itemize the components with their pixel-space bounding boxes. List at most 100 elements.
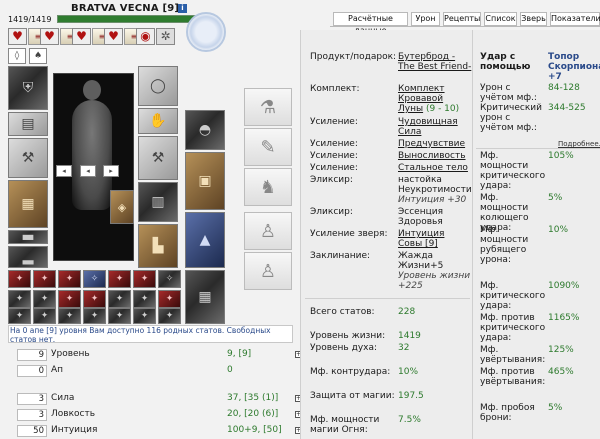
rune-slot[interactable]: ✦ (33, 290, 56, 308)
boots-slot[interactable]: ▂ (8, 246, 48, 268)
damage-label: Урон с учётом мф.: (480, 83, 537, 103)
rune-slot[interactable]: ✦ (108, 290, 131, 308)
tab-calculated[interactable]: Расчётные данные (333, 12, 408, 35)
helmet-slot[interactable]: ⛨ (8, 66, 48, 110)
magic-defense-value: 197.5 (398, 391, 424, 401)
enhance-value: Стальное тело (398, 163, 468, 173)
enhance-link[interactable]: Чудовищная Сила (398, 117, 458, 137)
heart-effect-icon[interactable]: ♥ (104, 28, 123, 45)
weapon-stat-label: Мф. критического удара: (480, 281, 546, 311)
rune-slot[interactable]: ✦ (158, 290, 181, 308)
rune-slot[interactable]: ✦ (8, 308, 31, 324)
pet-icon[interactable]: ♞ (244, 168, 292, 206)
set-label: Комплект: (310, 84, 360, 94)
set-value: Комплект Кровавой Луны (9 - 10) (398, 84, 470, 114)
sack-slot[interactable]: ◯ (138, 66, 178, 106)
card-icon[interactable]: ◂ (80, 165, 96, 177)
elixir-value: Эссенция Здоровья (398, 207, 443, 227)
product-link[interactable]: Бутерброд - The Best Friend- (398, 52, 471, 72)
rune-slot[interactable]: ✦ (133, 308, 156, 324)
enhance-label: Усиление: (310, 163, 358, 173)
weapon-stat-value: 105% (548, 151, 574, 161)
product-label: Продукт/подарок: (310, 52, 397, 62)
armor-slot[interactable]: ▦ (8, 180, 48, 228)
heart-effect-icon[interactable]: ♥ (40, 28, 59, 45)
rune-slot[interactable]: ✦ (83, 308, 106, 324)
tab-recipes[interactable]: Рецепты (443, 12, 481, 26)
tab-list[interactable]: Список (484, 12, 517, 26)
character-name: BRATVA VECNA [9] (71, 3, 179, 14)
cog-effect-icon[interactable]: ✲ (156, 28, 175, 45)
shield-effect-icon[interactable]: ◉ (136, 28, 155, 45)
elixir-name: настойка Неукротимости (398, 175, 472, 195)
weapon-stat-value: 1090% (548, 281, 580, 291)
card-icon[interactable]: ◂ (56, 165, 72, 177)
weapon-stat-label: Мф. мощности рубящего урона: (480, 225, 529, 265)
heart-effect-icon[interactable]: ♥ (8, 28, 27, 45)
weapon-stat-value: 465% (548, 367, 574, 377)
rune-slot[interactable]: ✦ (108, 308, 131, 324)
rune-slot[interactable]: ✦ (108, 270, 131, 288)
scroll-item-icon[interactable]: ✎ (244, 128, 292, 166)
statue-icon[interactable]: ♙ (244, 212, 292, 250)
crit-damage-value: 344-525 (548, 103, 586, 113)
stat-value: 100+9, [50] (227, 425, 282, 435)
legs-slot[interactable]: ▥ (138, 182, 178, 222)
weapon-name[interactable]: Топор Скорпиона +7 (548, 52, 600, 82)
column-divider (472, 30, 473, 439)
portal-orb-icon[interactable] (186, 12, 226, 52)
tab-damage[interactable]: Урон (411, 12, 440, 26)
card-icon[interactable]: ▸ (103, 165, 119, 177)
tabs-underline (330, 26, 600, 27)
rune-slot[interactable]: ✦ (133, 290, 156, 308)
robe-slot[interactable]: ▣ (185, 152, 225, 210)
rune-slot[interactable]: ✦ (58, 270, 81, 288)
enhance-link[interactable]: Выносливость (398, 151, 466, 161)
heart-effect-icon[interactable]: ♥ (72, 28, 91, 45)
product-value: Бутерброд - The Best Friend- (398, 52, 473, 72)
spell-sub: Уровень жизни +225 (398, 271, 471, 291)
gloves-slot[interactable]: ✋ (138, 108, 178, 134)
hood-slot[interactable]: ◓ (185, 110, 225, 150)
tab-stats[interactable]: Показатели (550, 12, 600, 26)
spirit-value: 32 (398, 343, 410, 353)
rune-slot[interactable]: ✧ (158, 270, 181, 288)
amulet-icon[interactable]: ◊ (8, 48, 26, 64)
flask-icon[interactable]: ⚗ (244, 88, 292, 126)
info-icon[interactable]: i (178, 4, 187, 13)
tab-beast[interactable]: Зверь (520, 12, 547, 26)
rune-slot[interactable]: ✧ (83, 270, 106, 288)
rune-slot[interactable]: ✦ (58, 308, 81, 324)
potion-icon[interactable]: ♠ (29, 48, 47, 64)
fire-power-label: Мф. мощности магии Огня: (310, 415, 380, 435)
rune-slot[interactable]: ✦ (8, 290, 31, 308)
spell-label: Заклинание: (310, 251, 371, 261)
stat-name: Интуиция (51, 425, 98, 435)
more-link[interactable]: Подробнее... (558, 140, 600, 148)
extra-slot[interactable]: ▦ (185, 270, 225, 324)
total-stats-value: 228 (398, 307, 416, 317)
rune-slot[interactable]: ✦ (133, 270, 156, 288)
spell-value: Жажда Жизни+5 Уровень жизни +225 (398, 251, 473, 291)
rune-slot[interactable]: ✦ (83, 290, 106, 308)
offhand-axe-slot[interactable]: ⚒ (138, 136, 178, 180)
weapon-stat-value: 10% (548, 225, 569, 235)
enhance-link[interactable]: Стальное тело (398, 163, 468, 173)
stat-value: 9, [9] (227, 349, 252, 359)
stat-box: 3 (17, 393, 47, 405)
cloak-slot[interactable]: ▲ (185, 212, 225, 268)
stat-row-intuition: 50 Интуиция 100+9, [50] + − (8, 425, 311, 438)
rune-slot[interactable]: ✦ (158, 308, 181, 324)
enhance-link[interactable]: Предчувствие (398, 139, 465, 149)
boots-right-slot[interactable]: ▙ (138, 224, 178, 268)
beast-enhance-link[interactable]: Интуиция Совы [9] (398, 229, 444, 249)
rune-slot[interactable]: ✦ (8, 270, 31, 288)
rune-slot[interactable]: ✦ (33, 308, 56, 324)
rune-slot[interactable]: ✦ (33, 270, 56, 288)
belt-slot[interactable]: ▬ (8, 229, 48, 245)
rune-slot[interactable]: ✦ (58, 290, 81, 308)
ring-slot[interactable]: ◈ (110, 190, 134, 224)
axe-slot[interactable]: ⚒ (8, 138, 48, 178)
statue-icon[interactable]: ♙ (244, 252, 292, 290)
bracers-slot[interactable]: ▤ (8, 112, 48, 136)
